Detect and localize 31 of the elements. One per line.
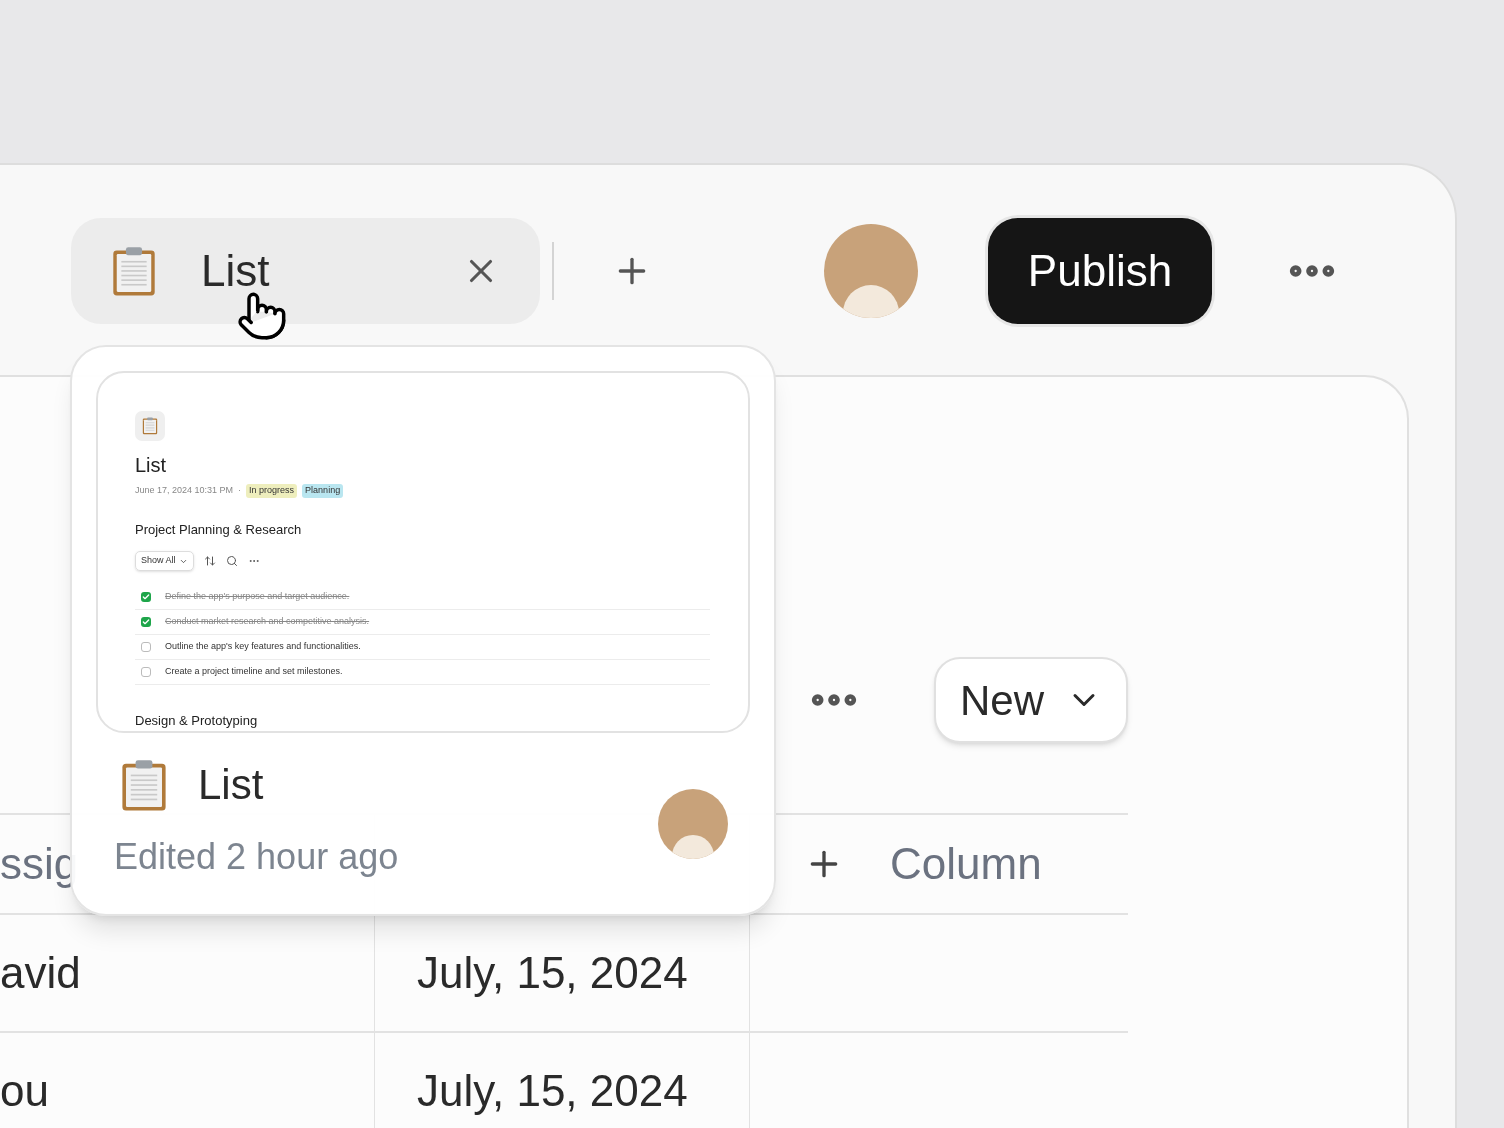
column-header: ssig — [0, 838, 79, 890]
checkbox[interactable] — [141, 667, 151, 677]
tag: In progress — [246, 484, 298, 498]
tag: Planning — [302, 484, 344, 498]
checkbox[interactable] — [141, 592, 151, 602]
tab[interactable]: List — [71, 218, 540, 324]
clipboard-icon — [111, 245, 157, 297]
tab-title: List — [201, 245, 270, 297]
new-button[interactable]: New — [934, 657, 1128, 743]
page-title: List — [135, 455, 168, 475]
task-text: Create a project timeline and set milestones. — [165, 665, 343, 679]
task-text: Outline the app's key features and functionalities. — [165, 640, 361, 654]
edited-time: Edited 2 hour ago — [114, 834, 399, 879]
section-title: Design & Prototyping — [135, 712, 259, 730]
checkbox[interactable] — [141, 642, 151, 652]
table-cell: ou — [0, 1033, 375, 1128]
task-text: Conduct market research and competitive analysis. — [165, 615, 370, 629]
checkbox[interactable] — [141, 617, 151, 627]
section-title: Project Planning & Research — [135, 520, 303, 539]
add-column-button[interactable]: Column — [750, 815, 1042, 913]
publish-button[interactable]: Publish — [988, 218, 1212, 324]
search-icon[interactable] — [225, 555, 238, 567]
filter-dropdown[interactable]: Show All — [135, 551, 194, 571]
task-text: Define the app's purpose and target audience. — [165, 590, 350, 604]
page-name: List — [198, 764, 264, 807]
clipboard-icon — [120, 759, 168, 812]
clipboard-icon — [142, 417, 158, 435]
separator: · — [238, 484, 242, 497]
table-cell: July, 15, 2024 — [375, 1033, 750, 1128]
timestamp: June 17, 2024 10:31 PM — [135, 484, 234, 497]
sort-icon[interactable] — [203, 555, 216, 567]
